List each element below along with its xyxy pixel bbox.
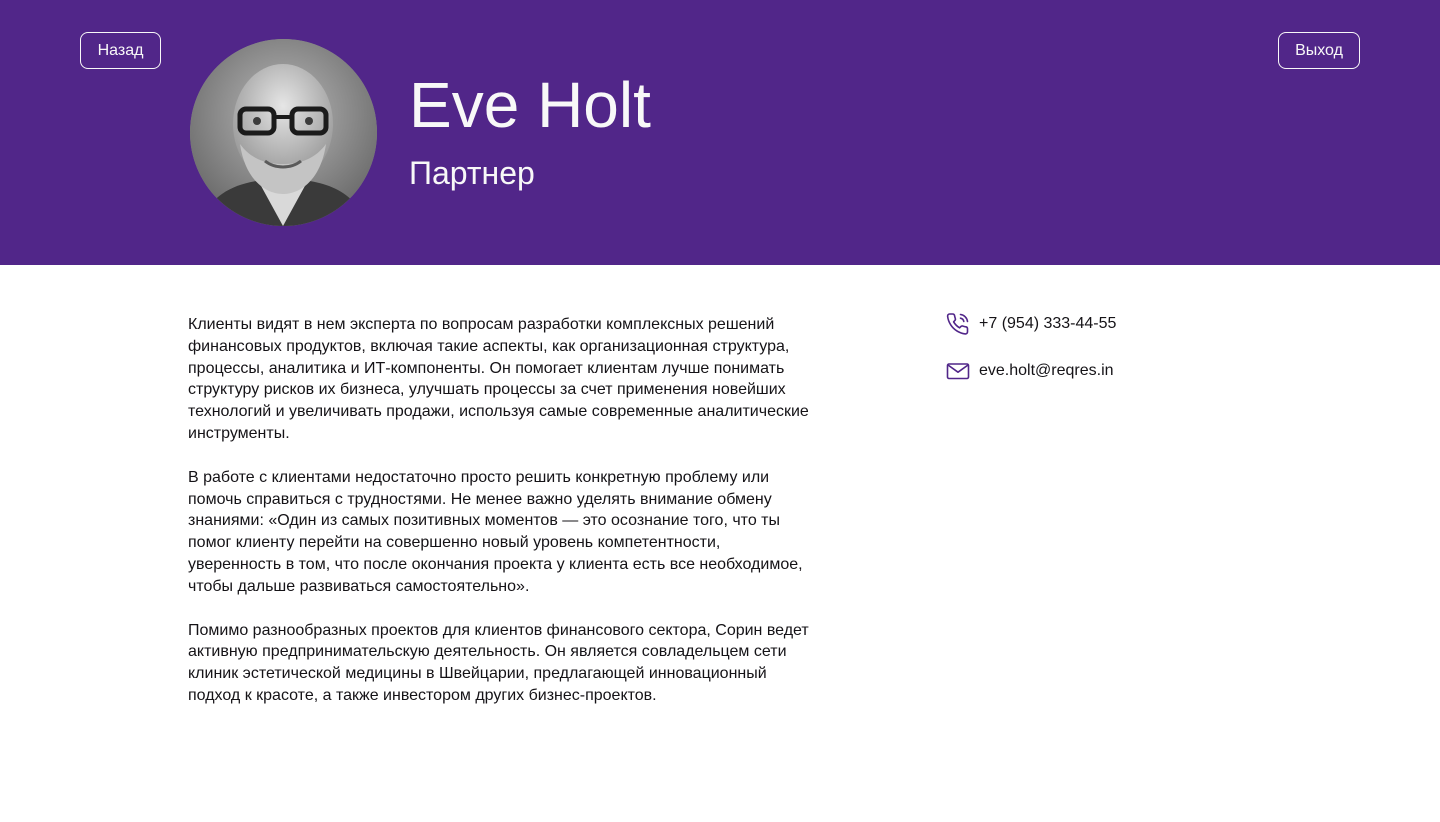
back-button[interactable]: Назад [80, 32, 161, 69]
phone-link[interactable]: +7 (954) 333-44-55 [979, 312, 1116, 336]
profile-name: Eve Holt [409, 69, 651, 141]
about-section: Клиенты видят в нем эксперта по вопросам… [188, 314, 818, 729]
about-paragraph: В работе с клиентами недостаточно просто… [188, 468, 803, 595]
phone-icon [946, 312, 970, 336]
email-contact: eve.holt@reqres.in [946, 359, 1116, 383]
mail-icon [946, 359, 970, 383]
exit-button[interactable]: Выход [1278, 32, 1360, 69]
profile-header: Назад Выход Eve Holt Партнер [0, 0, 1440, 265]
contacts-section: +7 (954) 333-44-55 eve.holt@reqres.in [946, 312, 1116, 406]
about-paragraph: Клиенты видят в нем эксперта по вопросам… [188, 316, 809, 442]
avatar-photo-icon [190, 39, 377, 226]
about-paragraph: Помимо разнообразных проектов для клиент… [188, 621, 809, 704]
email-link[interactable]: eve.holt@reqres.in [979, 359, 1114, 383]
avatar [190, 39, 377, 226]
phone-contact: +7 (954) 333-44-55 [946, 312, 1116, 336]
profile-role: Партнер [409, 155, 535, 191]
